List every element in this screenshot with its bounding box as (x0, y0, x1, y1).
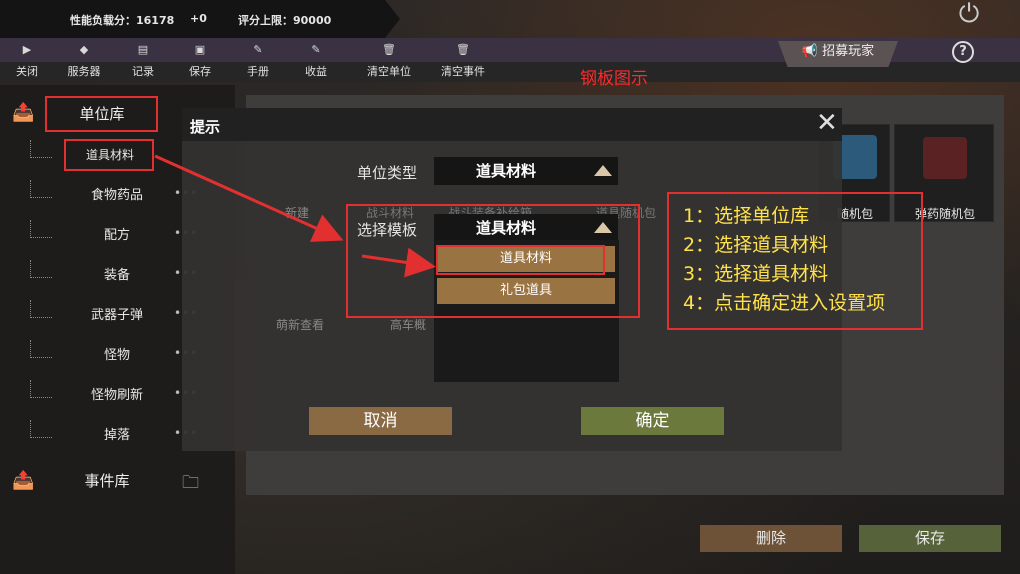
ammo-icon (923, 137, 967, 179)
tree-connector (30, 260, 52, 278)
toolbar-label: 保存 (189, 65, 211, 78)
instruction-2: 2：选择道具材料 (683, 234, 829, 256)
perf-delta: +0 (190, 12, 207, 25)
instruction-4: 4：点击确定进入设置项 (683, 292, 886, 314)
bg-card-label: 萌新查看 (276, 318, 325, 332)
sidebar-item-recipes[interactable]: 配方 (62, 225, 172, 247)
confirm-button[interactable]: 确定 (581, 407, 724, 435)
disk-icon: ▣ (194, 43, 206, 56)
toolbar-clear-events-button[interactable]: 🗑 清空事件 (433, 38, 493, 82)
toolbar-server-button[interactable]: ◆ 服务器 (59, 38, 109, 82)
sidebar-item-equipment[interactable]: 装备 (62, 265, 172, 287)
unit-type-value: 道具材料 (476, 162, 537, 180)
dialog-header (182, 108, 842, 141)
banner-title: 钢板图示 (580, 69, 648, 89)
annotation-box-option (436, 245, 605, 275)
tree-connector (30, 380, 52, 398)
sidebar-item-drops[interactable]: 掉落 (62, 425, 172, 447)
close-icon[interactable]: ✕ (816, 110, 838, 136)
perf-load: 性能负载分：16178 (70, 14, 175, 27)
megaphone-icon: 📢 (801, 44, 819, 59)
power-icon[interactable]: ⏻ (952, 0, 986, 30)
toolbar-record-button[interactable]: ▤ 记录 (118, 38, 168, 82)
tree-connector (30, 140, 52, 158)
toolbar-income-button[interactable]: ✎ 收益 (291, 38, 341, 82)
sidebar-event-library[interactable]: 事件库 (55, 470, 159, 491)
toolbar-label: 记录 (132, 65, 154, 78)
annotation-box-props (64, 139, 154, 171)
save-button[interactable]: 保存 (859, 525, 1001, 552)
tree-connector (30, 420, 52, 438)
tree-connector (30, 220, 52, 238)
doc-icon: ▤ (137, 43, 149, 56)
trash-icon: 🗑 (456, 43, 470, 56)
recruit-players-button[interactable]: 📢 招募玩家 (778, 41, 898, 67)
status-bar: 性能负载分：16178 +0 评分上限：90000 (0, 0, 400, 38)
bg-card-label: 高车概 (390, 318, 427, 332)
add-folder-icon[interactable]: 🗀 (182, 470, 199, 499)
help-icon[interactable]: ? (952, 41, 974, 63)
delete-button[interactable]: 删除 (700, 525, 842, 552)
triangle-up-icon (594, 165, 612, 176)
annotation-box-unit-lib (45, 96, 158, 132)
folder-share-icon: 📤 (12, 470, 35, 491)
toolbar-label: 服务器 (67, 65, 101, 78)
tree-connector (30, 300, 52, 318)
trash-icon: 🗑 (382, 43, 396, 56)
dialog-title: 提示 (190, 118, 221, 136)
unit-type-label: 单位类型 (357, 164, 418, 182)
edit-icon: ✎ (311, 43, 321, 56)
toolbar-close-button[interactable]: ▶ 关闭 (2, 38, 52, 82)
edit-icon: ✎ (253, 43, 263, 56)
bg-card-label: 新建 (285, 206, 310, 220)
instructions-box: 1：选择单位库 2：选择道具材料 3：选择道具材料 4：点击确定进入设置项 (667, 192, 923, 330)
toolbar-manual-button[interactable]: ✎ 手册 (233, 38, 283, 82)
unit-type-select[interactable]: 道具材料 (434, 157, 618, 185)
toolbar-label: 清空事件 (441, 65, 485, 78)
toolbar-label: 收益 (305, 65, 327, 78)
toolbar-label: 手册 (247, 65, 269, 78)
sidebar-item-monsters[interactable]: 怪物 (62, 345, 172, 367)
cube-icon: ◆ (79, 43, 89, 56)
toolbar-label: 清空单位 (367, 65, 411, 78)
recruit-label: 招募玩家 (822, 44, 875, 59)
sidebar-item-weapons[interactable]: 武器子弹 (62, 305, 172, 327)
toolbar-clear-units-button[interactable]: 🗑 清空单位 (359, 38, 419, 82)
score-limit: 评分上限：90000 (238, 14, 332, 27)
folder-share-icon: 📤 (12, 102, 35, 123)
tree-connector (30, 180, 52, 198)
toolbar-save-button[interactable]: ▣ 保存 (175, 38, 225, 82)
cancel-button[interactable]: 取消 (309, 407, 452, 435)
toolbar-label: 关闭 (16, 65, 38, 78)
instruction-3: 3：选择道具材料 (683, 263, 829, 285)
sidebar-item-food[interactable]: 食物药品 (62, 185, 172, 207)
sidebar-item-spawns[interactable]: 怪物刷新 (62, 385, 172, 407)
play-icon: ▶ (22, 43, 32, 56)
instruction-1: 1：选择单位库 (683, 205, 810, 227)
tree-connector (30, 340, 52, 358)
